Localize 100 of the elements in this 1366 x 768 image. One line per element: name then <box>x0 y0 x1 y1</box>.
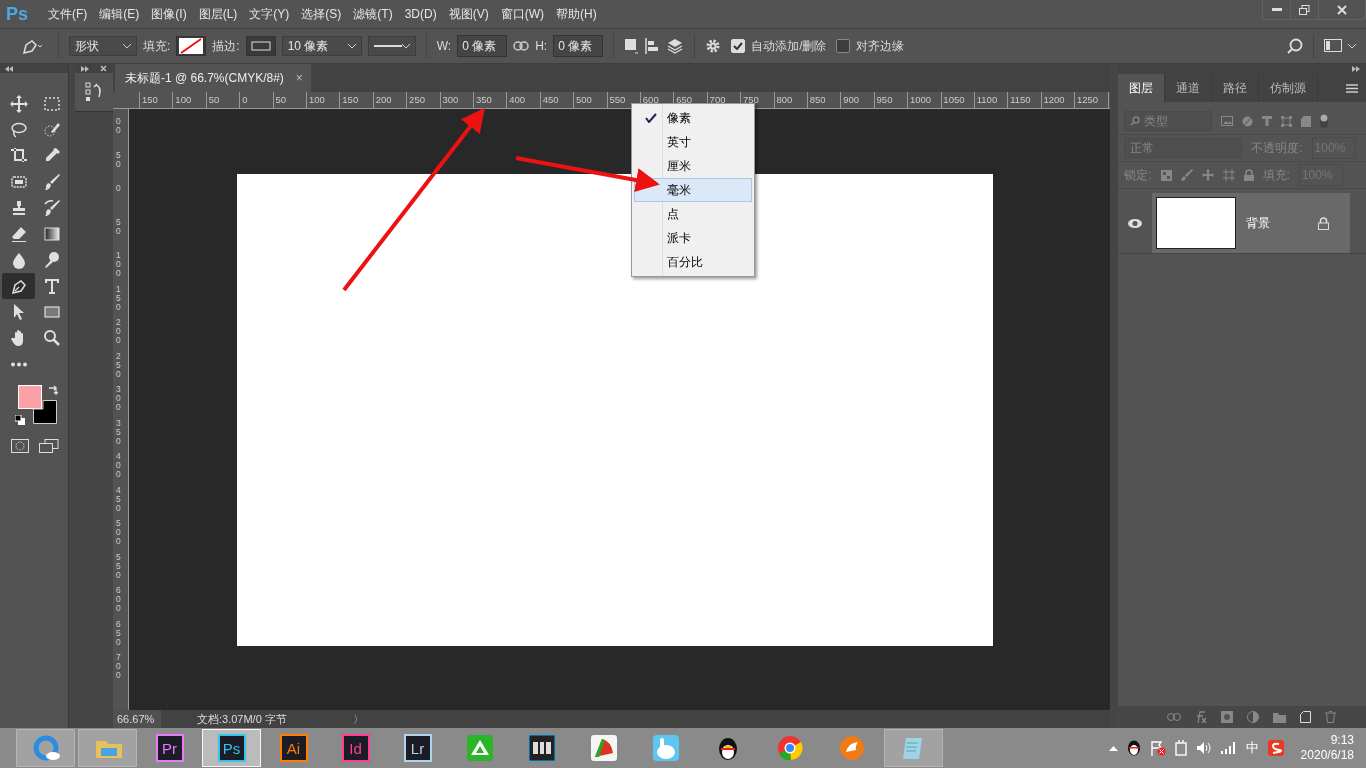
battery-icon[interactable] <box>1174 740 1187 756</box>
arrange-icon[interactable] <box>666 37 685 55</box>
move-icon <box>8 94 29 114</box>
ruler-label: 500 <box>575 93 593 107</box>
search-icon[interactable] <box>1287 38 1303 54</box>
ruler-label: 750 <box>742 93 760 107</box>
menu-item[interactable]: 滤镜(T) <box>347 5 399 23</box>
menu-item[interactable]: 视图(V) <box>442 5 495 23</box>
stroke-style-dropdown[interactable] <box>367 36 416 56</box>
taskbar-app[interactable]: Id <box>326 729 385 767</box>
menu-item[interactable]: 帮助(H) <box>550 5 603 23</box>
layer-row[interactable]: 背景 <box>1152 193 1350 253</box>
ruler-label: 50 <box>114 217 122 238</box>
panel-tab[interactable]: 图层 <box>1118 74 1166 102</box>
fill-swatch[interactable] <box>176 36 207 56</box>
new-layer-icon[interactable] <box>1300 711 1311 723</box>
menu-item[interactable]: 图层(L) <box>192 5 244 23</box>
ruler-label: 250 <box>114 351 122 381</box>
speaker-icon[interactable] <box>1195 741 1212 755</box>
menu-item[interactable]: 窗口(W) <box>494 5 550 23</box>
ruler-label: 150 <box>114 284 122 314</box>
zoom-field[interactable]: 66.67% <box>112 710 161 728</box>
mode-dropdown[interactable]: 形状 <box>69 36 137 56</box>
ruler-label: 850 <box>808 93 827 107</box>
document-tab[interactable]: 未标题-1 @ 66.7%(CMYK/8#) × <box>114 64 311 92</box>
stroke-swatch[interactable] <box>245 36 276 56</box>
menu-item[interactable]: 毫米 <box>633 178 752 202</box>
ruler-label: 500 <box>114 519 122 548</box>
clock[interactable]: 9:13 2020/6/18 <box>1300 733 1354 763</box>
width-field[interactable]: 0 像素 <box>457 35 508 57</box>
height-field[interactable]: 0 像素 <box>553 35 604 57</box>
trash-icon[interactable] <box>1325 711 1336 723</box>
gear-icon[interactable] <box>705 38 722 54</box>
ruler-label: 350 <box>474 93 493 107</box>
folder-icon[interactable] <box>1273 711 1286 723</box>
menu-icon[interactable] <box>1346 83 1358 93</box>
ruler-label: 950 <box>875 93 894 107</box>
swirl-icon[interactable] <box>1267 740 1284 756</box>
quick-mask-icon[interactable] <box>11 439 29 453</box>
ruler-label: 1150 <box>1009 93 1032 107</box>
menu-item[interactable]: 百分比 <box>633 250 752 274</box>
link-icon[interactable] <box>513 41 530 51</box>
fill-label: 填充: <box>143 37 171 55</box>
menu-item[interactable]: 厘米 <box>633 154 752 178</box>
default-colors-icon[interactable] <box>15 415 25 425</box>
collapse-icon[interactable] <box>1352 66 1360 72</box>
status-menu-button[interactable]: 〉 <box>352 711 364 727</box>
stroke-width-field[interactable]: 10 像素 <box>281 36 362 56</box>
ruler-label: 0 <box>114 184 122 195</box>
taskbar-app[interactable]: Pr <box>140 729 199 767</box>
foreground-color-swatch[interactable] <box>18 385 42 409</box>
ruler-label: 50 <box>114 150 122 171</box>
menu-item[interactable]: 像素 <box>633 106 752 130</box>
ruler-label: 100 <box>114 251 122 280</box>
height-label: H: <box>535 39 548 53</box>
input-method-indicator[interactable]: 中 <box>1245 739 1259 757</box>
zoom-icon <box>41 328 62 348</box>
menu-item[interactable]: 英寸 <box>633 130 752 154</box>
screen-mode-icon[interactable] <box>39 439 59 453</box>
taskbar-app[interactable]: Ps <box>202 729 261 767</box>
ruler-label: 600 <box>114 586 122 615</box>
ruler-label: 550 <box>114 552 122 582</box>
adjustment-icon[interactable] <box>1247 711 1259 723</box>
menu-item[interactable]: 选择(S) <box>295 5 348 23</box>
menu-item[interactable]: 文字(Y) <box>243 5 296 23</box>
tab-close-button[interactable]: × <box>295 71 303 85</box>
swap-icon[interactable] <box>48 385 58 395</box>
menu-item[interactable]: 派卡 <box>633 226 752 250</box>
panel-tab[interactable]: 通道 <box>1165 74 1213 102</box>
filter-toggle-icon[interactable] <box>1320 114 1329 128</box>
rabbit-icon <box>651 734 680 762</box>
ruler-label: 250 <box>408 93 426 107</box>
workspace-icon[interactable] <box>1324 39 1356 53</box>
panel-tab[interactable]: 仿制源 <box>1259 74 1319 102</box>
effects-icon[interactable] <box>1195 711 1207 723</box>
ruler-label: 700 <box>708 93 727 107</box>
collapse-icon[interactable] <box>5 65 13 72</box>
menu-item[interactable]: 3D(D) <box>398 7 443 21</box>
taskbar-app[interactable]: Lr <box>388 729 447 767</box>
menu-item[interactable]: 图像(I) <box>145 5 193 23</box>
menu-item[interactable]: 编辑(E) <box>93 5 146 23</box>
pen-tool[interactable] <box>2 273 35 299</box>
menu-item[interactable]: 点 <box>633 202 752 226</box>
ruler-label: 400 <box>114 452 122 481</box>
taskbar-app[interactable]: Ai <box>264 729 323 767</box>
eye-icon[interactable] <box>1128 218 1143 228</box>
panel-tab[interactable]: 路径 <box>1212 74 1260 102</box>
penguin-icon[interactable] <box>1126 740 1141 756</box>
menu-item[interactable]: 文件(F) <box>42 5 94 23</box>
document-info: 文档:3.07M/0 字节 <box>195 711 288 727</box>
flag-error-icon[interactable] <box>1149 740 1166 756</box>
checkbox[interactable] <box>836 39 851 53</box>
history-icon[interactable] <box>85 82 103 102</box>
path-operations-icon[interactable] <box>624 38 639 54</box>
align-icon[interactable] <box>644 37 661 55</box>
ruler-label: 100 <box>174 93 193 107</box>
signal-icon[interactable] <box>1220 742 1237 754</box>
ruler-label: 800 <box>775 93 794 107</box>
close-icon[interactable] <box>99 65 107 72</box>
caret-up-icon[interactable] <box>1108 745 1118 751</box>
